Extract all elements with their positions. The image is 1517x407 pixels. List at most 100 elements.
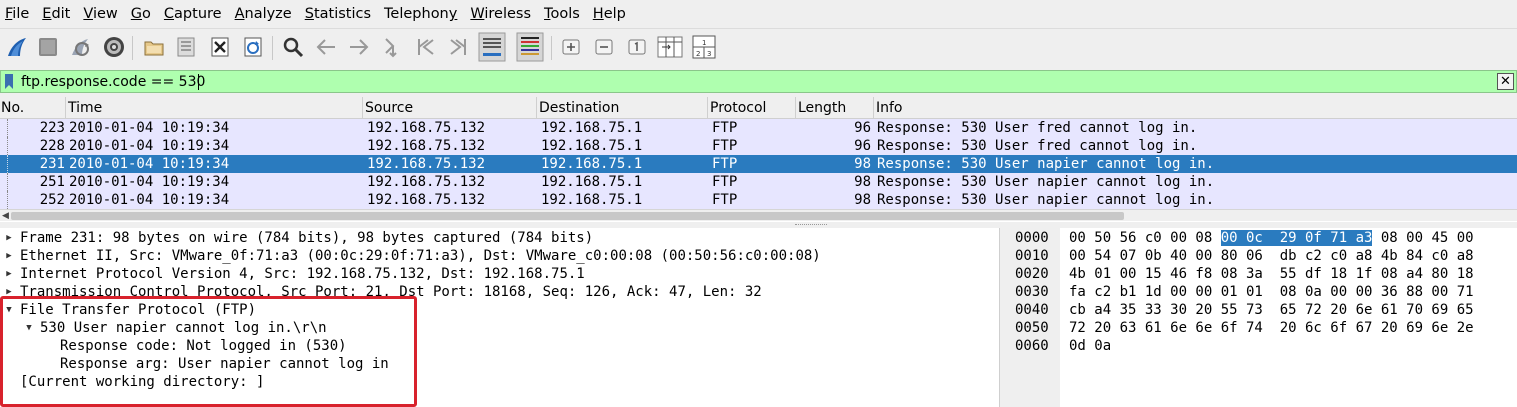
horizontal-scrollbar[interactable]: ◀ xyxy=(0,209,1517,221)
splitter-grip[interactable] xyxy=(795,224,827,226)
go-first-packet-icon[interactable] xyxy=(412,32,440,62)
filter-bookmark-icon[interactable] xyxy=(4,74,14,89)
toolbar-separator xyxy=(551,36,552,60)
packet-cell-no: 251 xyxy=(39,174,65,190)
detail-tree-item[interactable]: ▶ Ethernet II, Src: VMware_0f:71:a3 (00:0… xyxy=(0,247,1000,265)
zoom-in-icon[interactable] xyxy=(557,32,585,62)
related-packet-indicator xyxy=(7,173,8,191)
hex-offset: 0000 xyxy=(1015,230,1049,246)
hex-row[interactable]: 0030 fa c2 b1 1d 00 00 01 01 08 0a 00 00 … xyxy=(1004,284,1517,301)
hex-bytes-part: fa c2 b1 1d 00 00 01 01 08 0a 00 00 36 8… xyxy=(1069,284,1474,300)
packet-cell-src: 192.168.75.132 xyxy=(367,156,486,172)
column-header-length[interactable]: Length xyxy=(796,97,874,119)
menu-tools[interactable]: Tools xyxy=(539,6,585,22)
packet-row[interactable]: 251 2010-01-04 10:19:34 192.168.75.132 192.… xyxy=(0,173,1517,191)
menu-analyze[interactable]: Analyze xyxy=(230,6,297,22)
go-forward-icon[interactable] xyxy=(345,32,373,62)
shark-fin-start-icon[interactable] xyxy=(3,32,31,62)
hex-bytes: 4b 01 00 15 46 f8 08 3a 55 df 18 1f 08 a… xyxy=(1069,266,1474,283)
go-last-packet-icon[interactable] xyxy=(444,32,472,62)
column-header-info[interactable]: Info xyxy=(874,97,1517,119)
hex-bytes: 72 20 63 61 6e 6e 6f 74 20 6c 6f 67 20 6… xyxy=(1069,320,1474,337)
hex-bytes-part: cb a4 35 33 30 20 55 73 65 72 20 6e 61 7… xyxy=(1069,302,1474,318)
column-header-no[interactable]: No. xyxy=(0,97,66,119)
collapsed-arrow-icon[interactable]: ▶ xyxy=(3,247,15,265)
hex-bytes: fa c2 b1 1d 00 00 01 01 08 0a 00 00 36 8… xyxy=(1069,284,1474,301)
hex-bytes-part: 00 50 56 c0 00 08 xyxy=(1069,230,1221,246)
hex-row[interactable]: 0000 00 50 56 c0 00 08 00 0c 29 0f 71 a3 … xyxy=(1004,230,1517,247)
menu-help[interactable]: Help xyxy=(588,6,631,22)
collapsed-arrow-icon[interactable]: ▶ xyxy=(3,229,15,247)
scrollbar-thumb[interactable] xyxy=(11,212,1124,220)
hex-bytes-selected: 00 0c 29 0f 71 a3 xyxy=(1220,230,1373,246)
restart-capture-icon[interactable] xyxy=(66,32,94,62)
display-filter-bar: ✕ xyxy=(0,70,1517,93)
related-packet-indicator xyxy=(7,191,8,209)
packet-row[interactable]: 231 2010-01-04 10:19:34 192.168.75.132 192.… xyxy=(0,155,1517,173)
column-header-time[interactable]: Time xyxy=(66,97,363,119)
menu-go[interactable]: Go xyxy=(126,6,156,22)
reload-file-icon[interactable] xyxy=(239,32,267,62)
packet-cell-proto: FTP xyxy=(712,120,738,136)
capture-options-gear-icon[interactable] xyxy=(100,32,128,62)
menu-file[interactable]: File xyxy=(0,6,34,22)
column-header-destination[interactable]: Destination xyxy=(537,97,708,119)
packet-cell-dst: 192.168.75.1 xyxy=(541,192,643,208)
display-filter-input[interactable] xyxy=(19,72,1489,92)
packet-bytes-pane: 0000 00 50 56 c0 00 08 00 0c 29 0f 71 a3 … xyxy=(1004,228,1517,407)
packet-cell-time: 2010-01-04 10:19:34 xyxy=(69,120,230,136)
related-packet-indicator xyxy=(7,137,8,155)
hex-row[interactable]: 0020 4b 01 00 15 46 f8 08 3a 55 df 18 1f … xyxy=(1004,266,1517,283)
normal-size-icon[interactable] xyxy=(623,32,651,62)
menu-capture[interactable]: Capture xyxy=(159,6,227,22)
toolbar-separator xyxy=(272,36,273,60)
toolbar-separator xyxy=(132,36,133,60)
svg-text:3: 3 xyxy=(707,50,711,58)
packet-cell-proto: FTP xyxy=(712,156,738,172)
column-header-protocol[interactable]: Protocol xyxy=(708,97,796,119)
detail-tree-item[interactable]: ▶ Internet Protocol Version 4, Src: 192.1… xyxy=(0,265,1000,283)
hex-row[interactable]: 0060 0d 0a xyxy=(1004,338,1517,355)
autoscroll-icon[interactable] xyxy=(478,32,506,62)
open-file-icon[interactable] xyxy=(140,32,168,62)
main-toolbar: 123 xyxy=(0,29,1517,66)
go-to-packet-icon[interactable] xyxy=(379,32,407,62)
packet-cell-len: 98 xyxy=(854,156,871,172)
hex-bytes: 00 50 56 c0 00 08 00 0c 29 0f 71 a3 08 0… xyxy=(1069,230,1474,247)
hex-row[interactable]: 0010 00 54 07 0b 40 00 80 06 db c2 c0 a8 … xyxy=(1004,248,1517,265)
text-cursor xyxy=(198,74,199,90)
packet-row[interactable]: 223 2010-01-04 10:19:34 192.168.75.132 192.… xyxy=(0,119,1517,137)
hex-row[interactable]: 0040 cb a4 35 33 30 20 55 73 65 72 20 6e … xyxy=(1004,302,1517,319)
stop-capture-icon[interactable] xyxy=(34,32,62,62)
packet-list-header: No. Time Source Destination Protocol Len… xyxy=(0,97,1517,119)
clear-filter-button[interactable]: ✕ xyxy=(1497,73,1514,90)
packet-cell-len: 98 xyxy=(854,192,871,208)
menu-wireless[interactable]: Wireless xyxy=(465,6,536,22)
menu-statistics[interactable]: Statistics xyxy=(300,6,376,22)
packet-list: No. Time Source Destination Protocol Len… xyxy=(0,97,1517,222)
save-file-icon[interactable] xyxy=(172,32,200,62)
svg-text:2: 2 xyxy=(696,50,700,58)
hex-row[interactable]: 0050 72 20 63 61 6e 6e 6f 74 20 6c 6f 67 … xyxy=(1004,320,1517,337)
colorize-icon[interactable] xyxy=(516,32,544,62)
scroll-left-icon[interactable]: ◀ xyxy=(2,211,9,221)
menu-view[interactable]: View xyxy=(78,6,122,22)
column-header-source[interactable]: Source xyxy=(363,97,537,119)
close-file-icon[interactable] xyxy=(206,32,234,62)
resize-columns-icon[interactable] xyxy=(656,32,684,62)
packet-row[interactable]: 228 2010-01-04 10:19:34 192.168.75.132 192.… xyxy=(0,137,1517,155)
find-packet-icon[interactable] xyxy=(279,32,307,62)
zoom-out-icon[interactable] xyxy=(590,32,618,62)
collapsed-arrow-icon[interactable]: ▶ xyxy=(3,265,15,283)
menu-edit[interactable]: Edit xyxy=(37,6,75,22)
packet-cell-time: 2010-01-04 10:19:34 xyxy=(69,174,230,190)
layout-icon[interactable]: 123 xyxy=(690,32,718,62)
detail-tree-item[interactable]: ▶ Frame 231: 98 bytes on wire (784 bits),… xyxy=(0,229,1000,247)
menu-telephony[interactable]: Telephony xyxy=(379,6,462,22)
packet-row[interactable]: 252 2010-01-04 10:19:34 192.168.75.132 192.… xyxy=(0,191,1517,209)
hex-bytes: 00 54 07 0b 40 00 80 06 db c2 c0 a8 4b 8… xyxy=(1069,248,1474,265)
packet-cell-proto: FTP xyxy=(712,192,738,208)
go-back-icon[interactable] xyxy=(312,32,340,62)
menu-bar: File Edit View Go Capture Analyze Statistics Te… xyxy=(0,0,1517,29)
hex-offset: 0050 xyxy=(1015,320,1049,336)
